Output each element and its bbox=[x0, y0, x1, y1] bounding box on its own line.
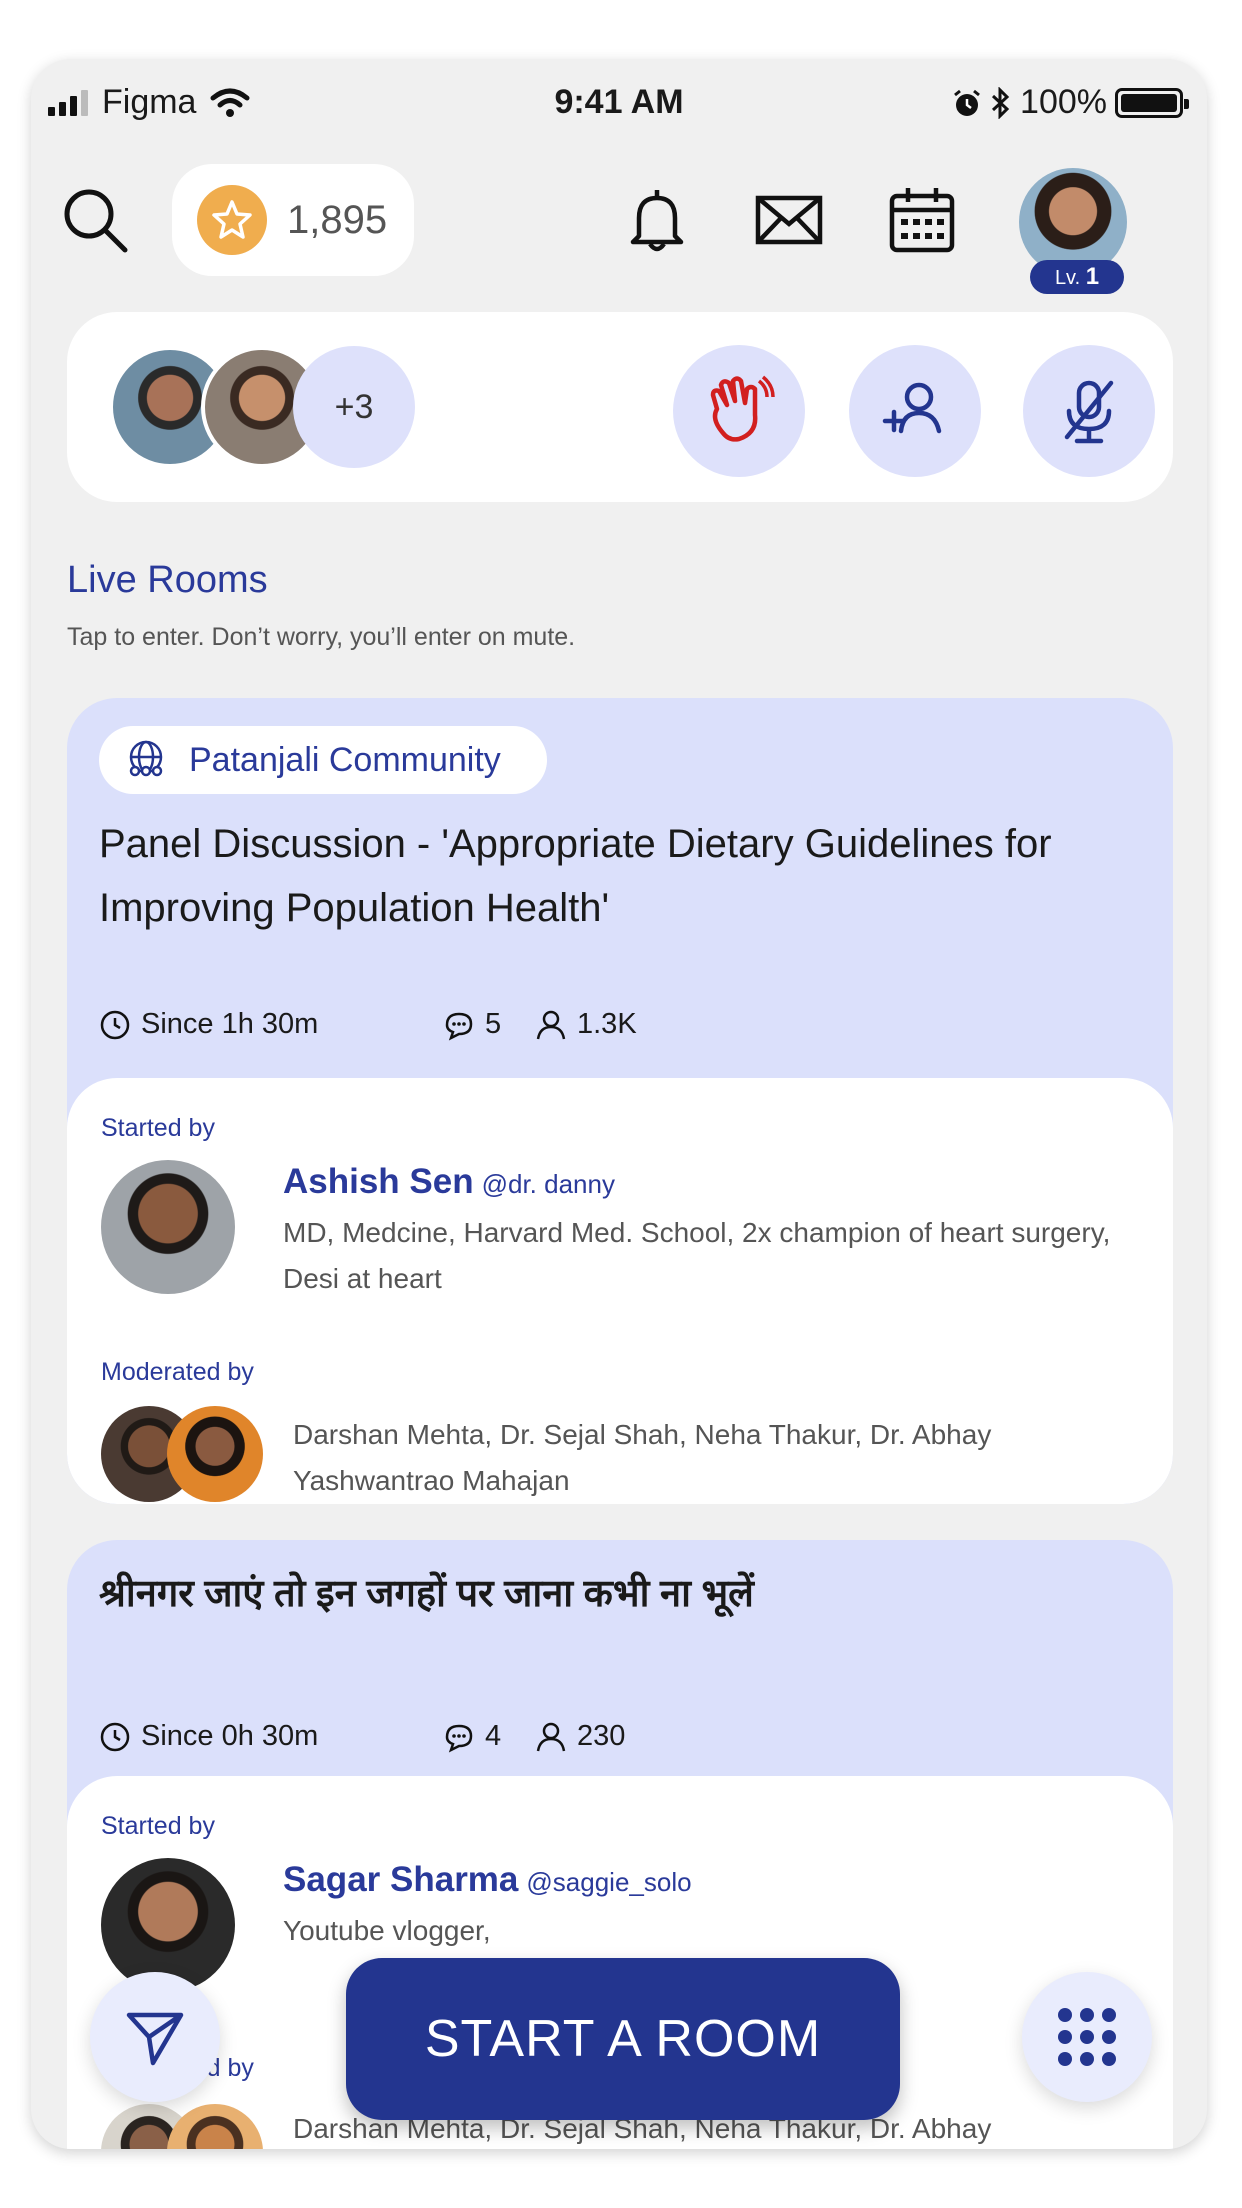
grid-dot bbox=[1080, 2052, 1094, 2066]
starter-avatar[interactable] bbox=[101, 1160, 235, 1294]
room-meta: Since 0h 30m 4 230 bbox=[99, 1720, 625, 1753]
alarm-icon bbox=[954, 89, 980, 116]
grid-dot bbox=[1102, 2052, 1116, 2066]
mic-off-icon bbox=[1064, 380, 1114, 444]
bell-icon[interactable] bbox=[621, 184, 693, 256]
room-since: Since 1h 30m bbox=[141, 1008, 319, 1040]
participants-card: +3 bbox=[67, 312, 1173, 502]
starter-avatar[interactable] bbox=[101, 1858, 235, 1992]
grid-dot bbox=[1102, 2008, 1116, 2022]
mail-icon[interactable] bbox=[753, 184, 825, 256]
globe-community-icon bbox=[129, 740, 163, 777]
starter-bio: Youtube vlogger, bbox=[283, 1915, 491, 1946]
community-tag[interactable]: Patanjali Community bbox=[99, 726, 547, 794]
comment-icon bbox=[445, 1724, 473, 1752]
menu-grid-button[interactable] bbox=[1022, 1972, 1152, 2102]
level-badge: Lv. 1 bbox=[1030, 260, 1124, 294]
grid-dot bbox=[1102, 2030, 1116, 2044]
community-name: Patanjali Community bbox=[189, 740, 501, 779]
grid-dot bbox=[1080, 2030, 1094, 2044]
listener-count: 230 bbox=[577, 1720, 626, 1752]
moderated-by-label: Moderated by bbox=[101, 1358, 254, 1386]
start-room-button[interactable]: START A ROOM bbox=[346, 1958, 900, 2120]
moderators-list: Darshan Mehta, Dr. Sejal Shah, Neha Thak… bbox=[293, 1419, 992, 1496]
live-rooms-subtitle: Tap to enter. Don’t worry, you’ll enter … bbox=[67, 623, 576, 651]
grid-dot bbox=[1058, 2008, 1072, 2022]
room-since: Since 0h 30m bbox=[141, 1720, 319, 1752]
battery-percent: 100% bbox=[1020, 83, 1107, 121]
points-count: 1,895 bbox=[287, 197, 388, 242]
raise-hand-button[interactable] bbox=[673, 345, 805, 477]
points-pill[interactable]: 1,895 bbox=[172, 164, 414, 276]
top-header: 1,895 Lv. 1 bbox=[31, 164, 1207, 294]
starter-name-row[interactable]: Sagar Sharma @saggie_solo bbox=[283, 1860, 692, 1900]
started-by-label: Started by bbox=[101, 1812, 215, 1840]
room-details: Started by Ashish Sen @dr. danny MD, Medc… bbox=[67, 1078, 1173, 1504]
live-rooms-title: Live Rooms bbox=[67, 559, 268, 601]
started-by-label: Started by bbox=[101, 1114, 215, 1142]
room-card[interactable]: Patanjali Community Panel Discussion - '… bbox=[67, 698, 1173, 1504]
more-participants-count[interactable]: +3 bbox=[293, 346, 415, 468]
room-title: Panel Discussion - 'Appropriate Dietary … bbox=[99, 822, 1052, 930]
starter-name-row[interactable]: Ashish Sen @dr. danny bbox=[283, 1162, 615, 1202]
moderator-avatar[interactable] bbox=[167, 2104, 263, 2149]
mute-mic-button[interactable] bbox=[1023, 345, 1155, 477]
grid-dot bbox=[1058, 2030, 1072, 2044]
calendar-icon[interactable] bbox=[886, 184, 958, 256]
grid-dot bbox=[1058, 2052, 1072, 2066]
battery-icon bbox=[1115, 87, 1189, 118]
star-coin-icon bbox=[197, 185, 267, 255]
comment-count: 5 bbox=[485, 1008, 502, 1040]
share-button[interactable] bbox=[90, 1972, 220, 2102]
comment-count: 4 bbox=[485, 1720, 502, 1752]
clock-icon bbox=[100, 1722, 130, 1751]
starter-handle: @dr. danny bbox=[481, 1169, 615, 1199]
add-person-button[interactable] bbox=[849, 345, 981, 477]
comment-icon bbox=[445, 1012, 473, 1040]
room-meta: Since 1h 30m 5 1.3K bbox=[99, 1008, 637, 1041]
listener-count: 1.3K bbox=[577, 1008, 637, 1040]
clock-icon bbox=[100, 1010, 130, 1039]
phone-screen: Figma 9:41 AM 100% 1,895 Lv. 1 +3 Live R… bbox=[31, 59, 1207, 2149]
search-button[interactable] bbox=[61, 186, 131, 256]
starter-handle: @saggie_solo bbox=[526, 1867, 692, 1897]
person-icon bbox=[536, 1722, 566, 1751]
status-bar: Figma 9:41 AM 100% bbox=[31, 59, 1207, 149]
starter-name: Ashish Sen bbox=[283, 1162, 474, 1201]
moderator-avatar[interactable] bbox=[167, 1406, 263, 1502]
search-icon bbox=[64, 189, 128, 253]
add-person-icon bbox=[882, 382, 942, 434]
starter-name: Sagar Sharma bbox=[283, 1860, 519, 1899]
level-number: 1 bbox=[1085, 263, 1100, 290]
bluetooth-icon bbox=[992, 86, 1010, 119]
grid-dot bbox=[1080, 2008, 1094, 2022]
room-title: श्रीनगर जाएं तो इन जगहों पर जाना कभी ना … bbox=[99, 1573, 754, 1615]
wave-hand-icon bbox=[710, 375, 775, 442]
starter-bio: MD, Medcine, Harvard Med. School, 2x cha… bbox=[283, 1217, 1111, 1294]
person-icon bbox=[536, 1010, 566, 1039]
send-icon bbox=[126, 2012, 184, 2066]
